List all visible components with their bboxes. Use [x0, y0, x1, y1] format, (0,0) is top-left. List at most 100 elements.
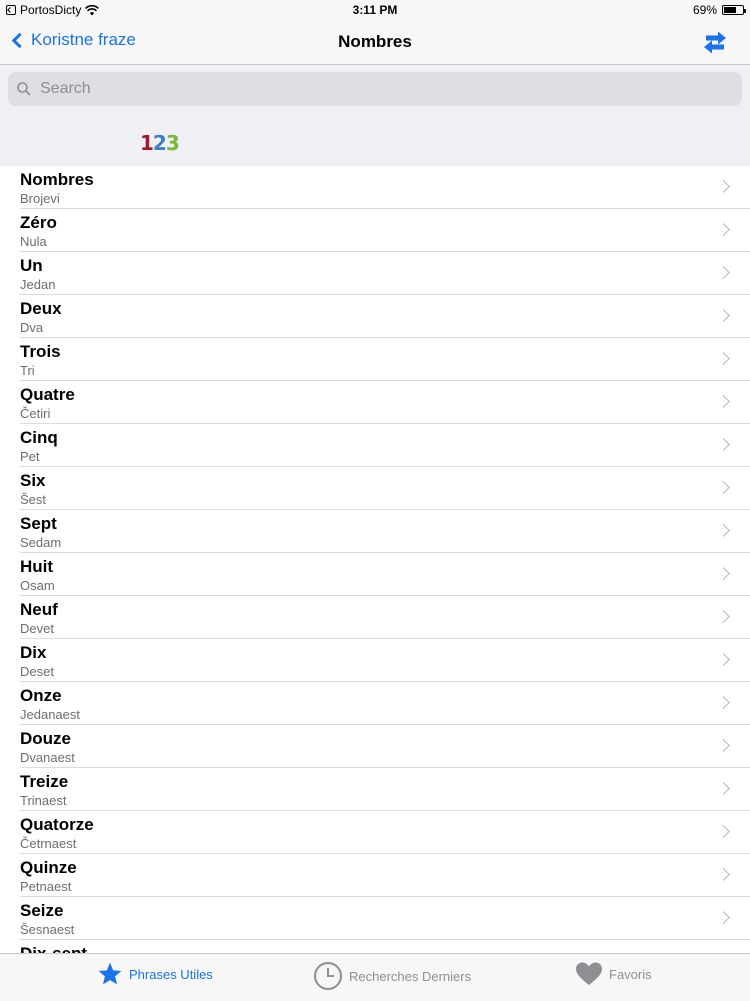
- list-item[interactable]: Zéro Nula: [0, 209, 750, 252]
- chevron-right-icon: [717, 653, 730, 666]
- status-bar: PortosDicty 3:11 PM 69%: [0, 0, 750, 22]
- logo-digit-2: 2: [152, 131, 167, 155]
- chevron-right-icon: [717, 868, 730, 881]
- item-subtitle: Četiri: [20, 406, 51, 421]
- item-title: Quatorze: [20, 815, 94, 834]
- item-title: Six: [20, 471, 46, 490]
- item-subtitle: Tri: [20, 363, 35, 378]
- item-subtitle: Trinaest: [20, 793, 67, 808]
- chevron-right-icon: [717, 352, 730, 365]
- list-item[interactable]: Douze Dvanaest: [0, 725, 750, 768]
- status-right: 69%: [692, 3, 746, 17]
- tab-phrases-utiles[interactable]: Phrases Utiles: [97, 961, 213, 987]
- list-item[interactable]: Treize Trinaest: [0, 768, 750, 811]
- chevron-right-icon: [717, 610, 730, 623]
- item-title: Seize: [20, 901, 64, 920]
- item-title: Dix-sept: [20, 944, 87, 953]
- item-title: Nombres: [20, 170, 94, 189]
- item-subtitle: Pet: [20, 449, 40, 464]
- item-subtitle: Deset: [20, 664, 54, 679]
- phrase-list: Nombres Brojevi Zéro Nula Un Jedan Deux Dva …: [0, 166, 750, 953]
- tab-label: Phrases Utiles: [129, 966, 213, 982]
- item-subtitle: Brojevi: [20, 191, 60, 206]
- clock-icon: [314, 962, 342, 990]
- item-subtitle: Dvanaest: [20, 750, 75, 765]
- chevron-right-icon: [717, 223, 730, 236]
- status-time: 3:11 PM: [352, 3, 398, 17]
- item-title: Quatre: [20, 385, 75, 404]
- item-subtitle: Devet: [20, 621, 54, 636]
- navigation-bar: Koristne fraze Nombres: [0, 22, 750, 65]
- search-bar: [0, 65, 750, 113]
- list-item[interactable]: Dix Deset: [0, 639, 750, 682]
- tab-bar: Phrases Utiles Recherches Derniers Favor…: [0, 953, 750, 1001]
- tab-favoris[interactable]: Favoris: [575, 961, 652, 987]
- search-field[interactable]: [8, 72, 742, 106]
- list-item[interactable]: Neuf Devet: [0, 596, 750, 639]
- chevron-right-icon: [717, 524, 730, 537]
- chevron-right-icon: [717, 266, 730, 279]
- item-title: Dix: [20, 643, 47, 662]
- battery-icon: [722, 5, 746, 15]
- chevron-right-icon: [717, 825, 730, 838]
- tab-recherches-derniers[interactable]: Recherches Derniers: [313, 961, 471, 991]
- item-title: Trois: [20, 342, 61, 361]
- tab-label: Recherches Derniers: [349, 968, 472, 984]
- list-item[interactable]: Deux Dva: [0, 295, 750, 338]
- item-title: Zéro: [20, 213, 57, 232]
- heart-icon: [576, 962, 602, 985]
- item-subtitle: Osam: [20, 578, 55, 593]
- chevron-right-icon: [717, 395, 730, 408]
- item-subtitle: Nula: [20, 234, 47, 249]
- item-subtitle: Sedam: [20, 535, 62, 550]
- chevron-right-icon: [717, 739, 730, 752]
- item-title: Neuf: [20, 600, 58, 619]
- item-title: Douze: [20, 729, 71, 748]
- item-subtitle: Četrnaest: [20, 836, 77, 851]
- list-item[interactable]: Trois Tri: [0, 338, 750, 381]
- item-subtitle: Dva: [20, 320, 44, 335]
- item-title: Quinze: [20, 858, 77, 877]
- list-item[interactable]: Onze Jedanaest: [0, 682, 750, 725]
- chevron-right-icon: [717, 782, 730, 795]
- numbers-logo-icon: 123: [140, 131, 180, 155]
- list-item[interactable]: Un Jedan: [0, 252, 750, 295]
- search-icon: [17, 82, 31, 96]
- list-item[interactable]: Nombres Brojevi: [0, 166, 750, 209]
- search-input[interactable]: [38, 79, 722, 99]
- tab-label: Favoris: [609, 966, 652, 982]
- chevron-right-icon: [717, 180, 730, 193]
- chevron-right-icon: [717, 438, 730, 451]
- item-subtitle: Jedan: [20, 277, 56, 292]
- item-subtitle: Petnaest: [20, 879, 72, 894]
- page-title: Nombres: [338, 32, 412, 51]
- logo-digit-3: 3: [165, 131, 180, 155]
- category-header: 123: [0, 113, 750, 166]
- swap-arrows-icon[interactable]: [702, 29, 728, 55]
- chevron-right-icon: [717, 696, 730, 709]
- chevron-right-icon: [717, 911, 730, 924]
- item-title: Huit: [20, 557, 54, 576]
- item-title: Un: [20, 256, 43, 275]
- item-subtitle: Šest: [20, 492, 47, 507]
- list-item[interactable]: Sept Sedam: [0, 510, 750, 553]
- list-item[interactable]: Cinq Pet: [0, 424, 750, 467]
- list-item[interactable]: Six Šest: [0, 467, 750, 510]
- item-title: Deux: [20, 299, 62, 318]
- battery-percent: 69%: [692, 3, 717, 17]
- list-item[interactable]: Huit Osam: [0, 553, 750, 596]
- item-subtitle: Jedanaest: [20, 707, 80, 722]
- list-item[interactable]: Seize Šesnaest: [0, 897, 750, 940]
- chevron-right-icon: [717, 309, 730, 322]
- list-item[interactable]: Quatre Četiri: [0, 381, 750, 424]
- chevron-right-icon: [717, 481, 730, 494]
- list-item[interactable]: Quatorze Četrnaest: [0, 811, 750, 854]
- chevron-right-icon: [717, 567, 730, 580]
- item-title: Treize: [20, 772, 69, 791]
- list-item[interactable]: Quinze Petnaest: [0, 854, 750, 897]
- list-item[interactable]: Dix-sept: [0, 940, 750, 953]
- item-title: Sept: [20, 514, 57, 533]
- item-title: Cinq: [20, 428, 58, 447]
- item-subtitle: Šesnaest: [20, 922, 75, 937]
- item-title: Onze: [20, 686, 62, 705]
